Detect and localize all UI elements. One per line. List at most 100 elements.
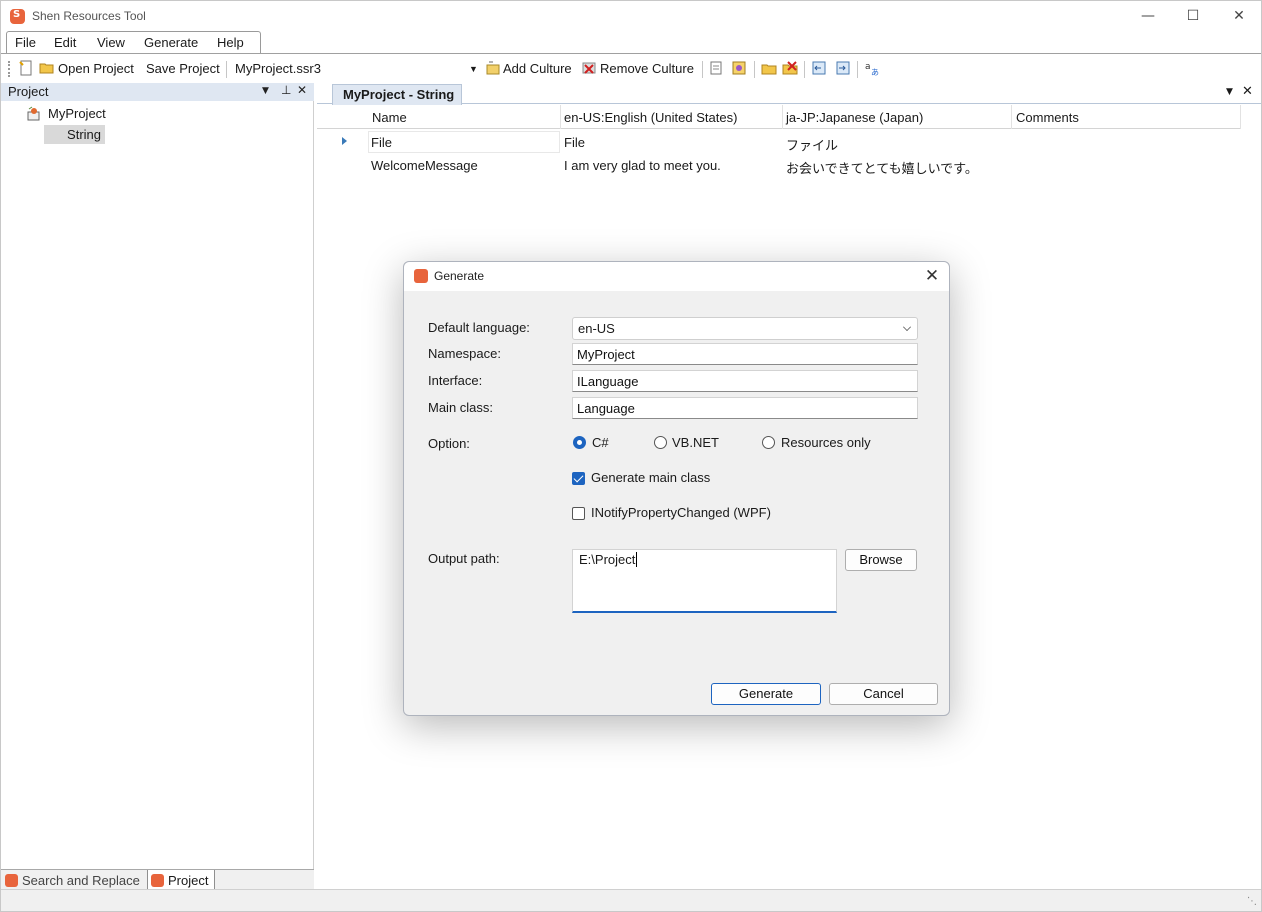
- minimize-button[interactable]: —: [1136, 5, 1160, 27]
- translate-icon[interactable]: aあ: [864, 60, 880, 76]
- active-cell[interactable]: [368, 131, 560, 153]
- menu-file[interactable]: File: [15, 35, 36, 50]
- menu-edit[interactable]: Edit: [54, 35, 76, 50]
- table-row[interactable]: WelcomeMessage I am very glad to meet yo…: [317, 153, 1241, 176]
- cell-ja-jp[interactable]: お会いできてとても嬉しいです。: [786, 158, 978, 177]
- tab-myproject-string[interactable]: MyProject - String: [332, 84, 462, 105]
- tab-label: Project: [168, 873, 209, 888]
- cell-ja-jp[interactable]: ファイル: [786, 135, 838, 154]
- add-resource-icon[interactable]: [761, 60, 777, 76]
- toolbar-separator: [804, 61, 805, 78]
- radio-csharp-label[interactable]: C#: [592, 435, 609, 450]
- project-panel-header: Project ▼ ⊥ ✕: [1, 83, 314, 101]
- tree-item-string[interactable]: String: [44, 125, 105, 144]
- panel-dropdown-icon[interactable]: ▼: [262, 86, 269, 96]
- main-class-input[interactable]: Language: [572, 397, 918, 419]
- project-panel: Project ▼ ⊥ ✕ MyProject String Search an…: [1, 83, 314, 893]
- inotify-checkbox[interactable]: [572, 507, 585, 520]
- dialog-close-button[interactable]: ✕: [921, 265, 943, 287]
- properties-icon[interactable]: [731, 60, 747, 76]
- tab-label: Search and Replace: [22, 873, 140, 888]
- radio-vbnet-label[interactable]: VB.NET: [672, 435, 719, 450]
- new-project-icon[interactable]: [18, 60, 34, 76]
- remove-culture-icon: [582, 62, 596, 74]
- add-culture-icon: [486, 61, 500, 75]
- interface-label: Interface:: [428, 373, 483, 388]
- text-caret: [636, 552, 638, 567]
- import-icon[interactable]: [811, 60, 827, 76]
- column-divider[interactable]: [782, 105, 783, 129]
- inotify-label[interactable]: INotifyPropertyChanged (WPF): [591, 505, 771, 520]
- namespace-label: Namespace:: [428, 346, 501, 361]
- doc-close-icon[interactable]: ✕: [1242, 84, 1253, 99]
- remove-culture-button[interactable]: Remove Culture: [600, 61, 694, 76]
- menu-divider: [1, 53, 1261, 54]
- output-path-input[interactable]: E:\Project: [572, 549, 837, 613]
- default-language-value: en-US: [578, 321, 615, 336]
- close-window-button[interactable]: ✕: [1227, 5, 1251, 27]
- output-path-value: E:\Project: [579, 552, 636, 567]
- radio-resources-only-label[interactable]: Resources only: [781, 435, 871, 450]
- column-header-en-us[interactable]: en-US:English (United States): [564, 110, 737, 125]
- dialog-title: Generate: [434, 269, 485, 283]
- app-icon: [10, 9, 25, 24]
- column-divider[interactable]: [1240, 105, 1241, 129]
- dialog-app-icon: [414, 269, 428, 283]
- toolbar-separator: [226, 61, 227, 78]
- column-header-ja-jp[interactable]: ja-JP:Japanese (Japan): [786, 110, 923, 125]
- title-bar: Shen Resources Tool — ☐ ✕: [1, 1, 1261, 31]
- svg-text:a: a: [865, 62, 871, 72]
- radio-csharp[interactable]: [573, 436, 586, 449]
- radio-vbnet[interactable]: [654, 436, 667, 449]
- project-dropdown-icon[interactable]: ▼: [469, 64, 478, 74]
- pin-icon[interactable]: ⊥: [281, 83, 291, 97]
- main-class-label: Main class:: [428, 400, 494, 415]
- column-divider[interactable]: [1011, 105, 1012, 129]
- add-culture-button[interactable]: Add Culture: [503, 61, 572, 76]
- cell-name[interactable]: File: [371, 135, 392, 150]
- doc-dropdown-icon[interactable]: ▼: [1226, 87, 1233, 97]
- namespace-input[interactable]: MyProject: [572, 343, 918, 365]
- column-header-comments[interactable]: Comments: [1016, 110, 1079, 125]
- cancel-button[interactable]: Cancel: [829, 683, 938, 705]
- export-icon[interactable]: [835, 60, 851, 76]
- search-replace-icon: [5, 874, 18, 887]
- grid-header: Name en-US:English (United States) ja-JP…: [317, 105, 1241, 129]
- default-language-select[interactable]: en-US: [572, 317, 918, 340]
- open-folder-icon: [39, 63, 54, 74]
- edit-document-icon[interactable]: [708, 60, 724, 76]
- toolbar-grip[interactable]: [8, 61, 11, 77]
- generate-dialog: Generate ✕ Default language: en-US Names…: [403, 261, 950, 716]
- menu-generate[interactable]: Generate: [144, 35, 198, 50]
- svg-text:あ: あ: [871, 68, 879, 76]
- maximize-button[interactable]: ☐: [1181, 5, 1205, 27]
- dialog-title-bar: Generate ✕: [404, 262, 949, 291]
- project-icon: [27, 106, 40, 121]
- tree-root-label: MyProject: [48, 106, 106, 121]
- panel-close-icon[interactable]: ✕: [297, 83, 307, 97]
- radio-resources-only[interactable]: [762, 436, 775, 449]
- column-header-name[interactable]: Name: [372, 110, 407, 125]
- cell-en-us[interactable]: File: [564, 135, 585, 150]
- resize-grip-icon[interactable]: ⋱: [1247, 896, 1257, 907]
- window-title: Shen Resources Tool: [32, 9, 146, 23]
- menu-help[interactable]: Help: [217, 35, 244, 50]
- delete-resource-icon[interactable]: [782, 60, 798, 76]
- save-project-button[interactable]: Save Project: [146, 61, 220, 76]
- menu-view[interactable]: View: [97, 35, 125, 50]
- browse-button[interactable]: Browse: [845, 549, 917, 571]
- cell-name[interactable]: WelcomeMessage: [371, 158, 478, 173]
- project-file-select[interactable]: MyProject.ssr3: [235, 61, 321, 76]
- current-row-marker-icon: [342, 137, 347, 145]
- document-tab-strip: MyProject - String ▼ ✕: [317, 83, 1261, 105]
- table-row[interactable]: File File ファイル: [317, 130, 1241, 153]
- open-project-button[interactable]: Open Project: [58, 61, 134, 76]
- generate-main-class-label[interactable]: Generate main class: [591, 470, 710, 485]
- column-divider[interactable]: [560, 105, 561, 129]
- generate-main-class-checkbox[interactable]: [572, 472, 585, 485]
- cell-en-us[interactable]: I am very glad to meet you.: [564, 158, 721, 173]
- generate-button[interactable]: Generate: [711, 683, 821, 705]
- menu-bar: File Edit View Generate Help: [6, 31, 261, 54]
- interface-input[interactable]: ILanguage: [572, 370, 918, 392]
- toolbar-separator: [702, 61, 703, 78]
